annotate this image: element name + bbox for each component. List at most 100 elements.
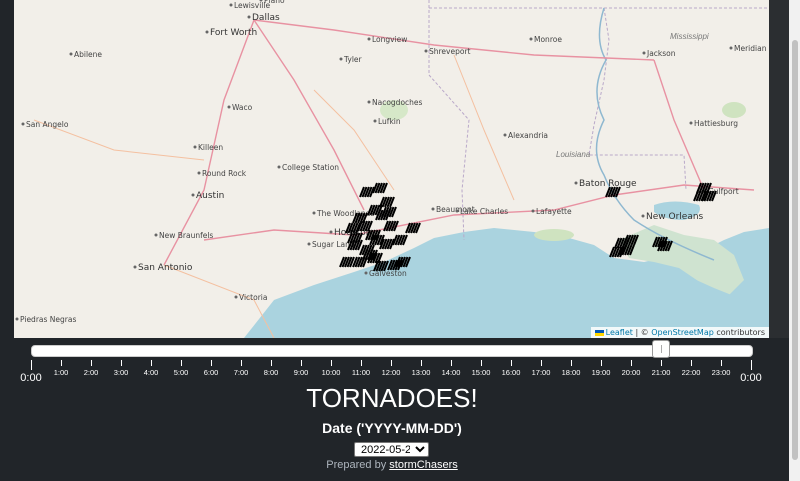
city-dot bbox=[642, 51, 646, 55]
city-dot bbox=[227, 105, 231, 109]
city-label-round-rock: Round Rock bbox=[202, 169, 247, 178]
attribution-contributors: contributors bbox=[716, 328, 765, 337]
city-dot bbox=[247, 15, 251, 19]
slider-tick bbox=[661, 360, 662, 366]
city-label-nacogdoches: Nacogdoches bbox=[372, 98, 423, 107]
date-select[interactable]: 2022-05-24 bbox=[354, 442, 429, 457]
slider-tick bbox=[481, 360, 482, 366]
city-label-plano: Plano bbox=[264, 0, 285, 5]
city-label-hattiesburg: Hattiesburg bbox=[694, 119, 738, 128]
time-slider-track[interactable] bbox=[31, 345, 753, 357]
slider-tick bbox=[451, 360, 452, 366]
city-dot bbox=[531, 209, 535, 213]
slider-tick bbox=[391, 360, 392, 366]
slider-tick-label: 3:00 bbox=[113, 368, 129, 377]
slider-tick bbox=[211, 360, 212, 366]
city-label-baton-rouge: Baton Rouge bbox=[579, 179, 637, 189]
slider-tick bbox=[151, 360, 152, 366]
slider-tick bbox=[541, 360, 542, 366]
city-label-fort-worth: Fort Worth bbox=[210, 28, 257, 38]
slider-tick bbox=[301, 360, 302, 366]
city-dot bbox=[229, 3, 233, 7]
slider-tick-label: 10:00 bbox=[321, 368, 341, 377]
city-label-new-braunfels: New Braunfels bbox=[159, 231, 213, 240]
tornado-track-marker[interactable] bbox=[392, 234, 408, 246]
city-label-shreveport: Shreveport bbox=[429, 47, 471, 56]
city-dot bbox=[574, 181, 578, 185]
slider-tick-label: 4:00 bbox=[143, 368, 159, 377]
slider-tick-label: 14:00 bbox=[441, 368, 461, 377]
tornado-map[interactable]: Lewisville Plano Dallas Fort Worth Abilene Ty… bbox=[14, 0, 769, 338]
city-dot bbox=[729, 46, 733, 50]
slider-tick-label: 17:00 bbox=[531, 368, 551, 377]
time-slider-handle[interactable] bbox=[652, 340, 670, 358]
city-dot bbox=[21, 122, 25, 126]
credit-link[interactable]: stormChasers bbox=[389, 459, 457, 471]
date-label: Date ('YYYY-MM-DD') bbox=[322, 420, 462, 436]
slider-tick-label: 19:00 bbox=[591, 368, 611, 377]
city-label-killeen: Killeen bbox=[198, 143, 223, 152]
slider-tick-label: 23:00 bbox=[711, 368, 731, 377]
slider-tick-label: 18:00 bbox=[561, 368, 581, 377]
slider-tick-label: 20:00 bbox=[621, 368, 641, 377]
city-label-alexandria: Alexandria bbox=[508, 131, 548, 140]
tornado-track-marker[interactable] bbox=[609, 246, 625, 258]
city-label-dallas: Dallas bbox=[252, 13, 280, 23]
city-label-lake-charles: Lake Charles bbox=[460, 207, 508, 216]
tornado-track-marker[interactable] bbox=[339, 256, 355, 268]
slider-tick-label: 13:00 bbox=[411, 368, 431, 377]
slider-tick bbox=[751, 360, 752, 370]
osm-link[interactable]: OpenStreetMap bbox=[651, 328, 714, 337]
city-dot bbox=[431, 207, 435, 211]
slider-tick bbox=[271, 360, 272, 366]
leaflet-link[interactable]: Leaflet bbox=[606, 328, 633, 337]
slider-tick bbox=[31, 360, 32, 370]
city-dot bbox=[277, 165, 281, 169]
city-label-louisiana: Louisiana bbox=[556, 150, 591, 159]
city-label-new-orleans: New Orleans bbox=[646, 212, 704, 222]
tornado-track-marker[interactable] bbox=[372, 182, 388, 194]
city-dot bbox=[133, 265, 137, 269]
city-dot bbox=[329, 230, 333, 234]
tornado-track-marker[interactable] bbox=[352, 256, 368, 268]
page-scrollbar-thumb[interactable] bbox=[792, 40, 798, 460]
map-attribution: Leaflet | © OpenStreetMap contributors bbox=[590, 327, 769, 338]
ukraine-flag-icon bbox=[594, 329, 604, 336]
city-dot bbox=[191, 193, 195, 197]
tornado-track-marker[interactable] bbox=[381, 206, 397, 218]
credit-line: Prepared by stormChasers bbox=[0, 459, 784, 471]
city-label-tyler: Tyler bbox=[343, 55, 363, 64]
slider-tick bbox=[331, 360, 332, 366]
city-dot bbox=[312, 211, 316, 215]
slider-tick bbox=[241, 360, 242, 366]
city-dot bbox=[367, 37, 371, 41]
city-dot bbox=[205, 30, 209, 34]
slider-tick-label: 7:00 bbox=[233, 368, 249, 377]
city-dot bbox=[234, 295, 238, 299]
tornado-track-marker[interactable] bbox=[383, 220, 399, 232]
slider-tick-label: 15:00 bbox=[471, 368, 491, 377]
slider-tick bbox=[121, 360, 122, 366]
credit-prefix: Prepared by bbox=[326, 459, 387, 471]
city-label-san-antonio: San Antonio bbox=[138, 263, 193, 273]
slider-tick bbox=[721, 360, 722, 366]
city-dot bbox=[529, 37, 533, 41]
city-label-mississippi: Mississippi bbox=[670, 32, 709, 41]
slider-tick-label: 12:00 bbox=[381, 368, 401, 377]
slider-tick-label: 6:00 bbox=[203, 368, 219, 377]
city-dot bbox=[15, 317, 19, 321]
city-dot bbox=[339, 57, 343, 61]
city-dot bbox=[364, 271, 368, 275]
city-dot bbox=[367, 100, 371, 104]
slider-tick-label: 22:00 bbox=[681, 368, 701, 377]
city-label-longview: Longview bbox=[372, 35, 407, 44]
city-dot bbox=[193, 145, 197, 149]
slider-tick-label: 2:00 bbox=[83, 368, 99, 377]
slider-tick bbox=[601, 360, 602, 366]
slider-tick bbox=[631, 360, 632, 366]
city-label-waco: Waco bbox=[232, 103, 253, 112]
map-tiles: LewisvillePlanoDallasFort WorthAbileneTy… bbox=[15, 0, 769, 338]
city-label-monroe: Monroe bbox=[534, 35, 562, 44]
tornado-track-marker[interactable] bbox=[359, 186, 375, 198]
city-dot bbox=[641, 214, 645, 218]
